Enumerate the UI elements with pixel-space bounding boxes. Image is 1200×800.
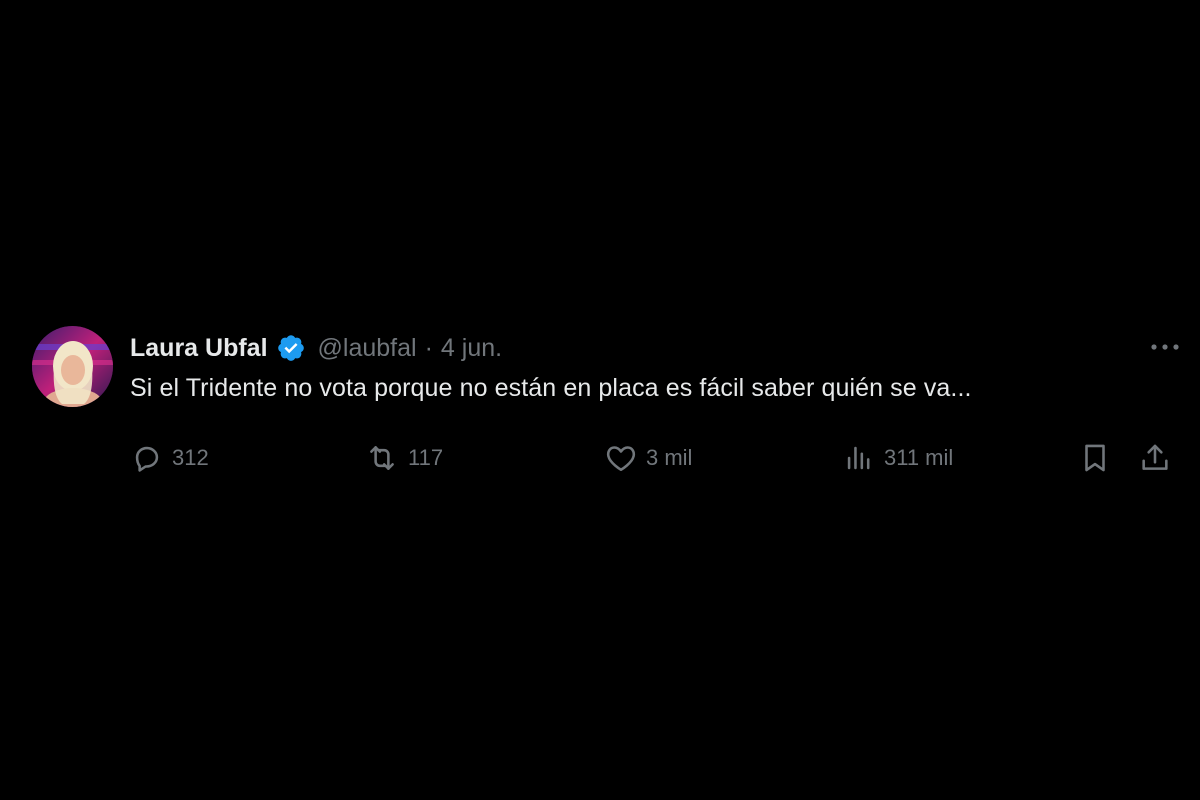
retweet-button[interactable]: 117	[364, 440, 443, 476]
share-icon	[1138, 441, 1172, 475]
reply-count: 312	[172, 445, 209, 470]
author-name[interactable]: Laura Ubfal	[130, 334, 268, 363]
reply-button[interactable]: 312	[130, 440, 209, 476]
like-count: 3 mil	[646, 445, 693, 470]
author-handle[interactable]: @laubfal	[318, 334, 417, 363]
more-icon[interactable]	[1148, 334, 1182, 360]
views-button[interactable]: 311 mil	[842, 440, 953, 476]
retweet-icon	[364, 441, 400, 475]
tweet-text: Si el Tridente no vota porque no están e…	[130, 374, 972, 402]
share-button[interactable]	[1138, 440, 1172, 476]
tweet-date[interactable]: 4 jun.	[441, 334, 502, 363]
verified-badge-icon	[276, 333, 306, 363]
tweet-actions: 312 117 3 mil 311 mil	[130, 440, 1182, 476]
reply-icon	[130, 441, 164, 475]
bookmark-button[interactable]	[1078, 440, 1112, 476]
bookmark-icon	[1078, 441, 1112, 475]
separator-dot: ·	[424, 333, 433, 362]
like-button[interactable]: 3 mil	[604, 440, 692, 476]
avatar[interactable]	[32, 326, 113, 407]
views-count: 311 mil	[884, 445, 954, 470]
tweet[interactable]: Laura Ubfal @laubfal · 4 jun. Si el Trid…	[32, 326, 1182, 486]
views-icon	[842, 441, 876, 475]
retweet-count: 117	[408, 445, 444, 470]
tweet-header: Laura Ubfal @laubfal · 4 jun.	[130, 330, 502, 366]
heart-icon	[604, 441, 638, 475]
